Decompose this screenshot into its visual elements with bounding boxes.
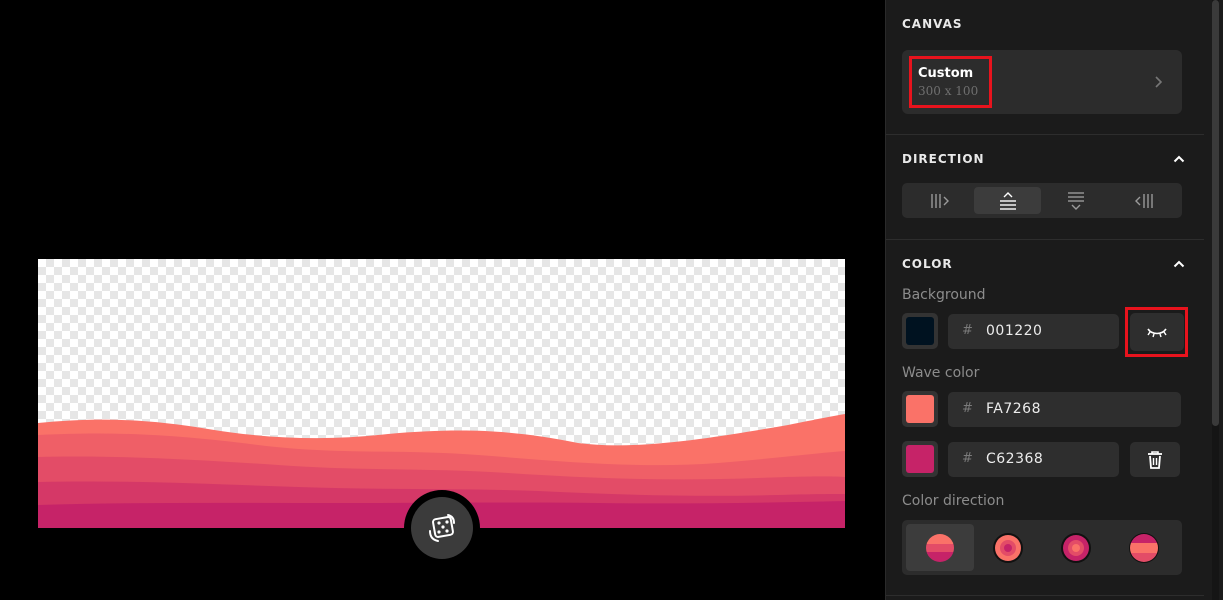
wave-svg: [38, 414, 845, 528]
horizontal-gradient-icon: [926, 533, 954, 562]
color-direction-stripes-button[interactable]: [1110, 524, 1178, 571]
stripes-gradient-icon: [1129, 532, 1159, 563]
trash-icon: [1148, 450, 1162, 469]
settings-panel: CANVAS Custom 300 x 100 DIRECTION COLOR …: [885, 0, 1223, 600]
chevron-up-icon[interactable]: [1172, 152, 1186, 166]
color-direction-radial-center-button[interactable]: [974, 524, 1042, 571]
wave-color-label: Wave color: [902, 365, 980, 381]
direction-right-icon: [930, 193, 949, 208]
direction-left-button[interactable]: [1110, 187, 1177, 214]
background-label: Background: [902, 287, 986, 303]
eye-closed-icon: [1147, 328, 1167, 338]
canvas-size-selector[interactable]: Custom 300 x 100: [902, 50, 1182, 114]
wave-color-2-hex-value: C62368: [986, 451, 1044, 467]
direction-toggle-group: [902, 183, 1182, 218]
hash-symbol: #: [962, 323, 973, 338]
color-direction-horizontal-button[interactable]: [906, 524, 974, 571]
preview-stage: [0, 0, 885, 600]
canvas-preset-dims: 300 x 100: [918, 84, 979, 98]
canvas-section-title: CANVAS: [902, 17, 963, 31]
background-hex-value: 001220: [986, 323, 1043, 339]
background-color-swatch[interactable]: [902, 313, 938, 349]
chevron-up-icon[interactable]: [1172, 257, 1186, 271]
hash-symbol: #: [962, 451, 973, 466]
canvas-section: CANVAS Custom 300 x 100: [886, 0, 1204, 135]
wave-preview-canvas: [38, 259, 845, 528]
direction-section-title: DIRECTION: [902, 152, 985, 166]
direction-up-button[interactable]: [974, 187, 1041, 214]
color-direction-radial-button[interactable]: [1042, 524, 1110, 571]
color-direction-label: Color direction: [902, 493, 1005, 509]
direction-left-icon: [1134, 193, 1153, 208]
hash-symbol: #: [962, 401, 973, 416]
color-direction-toggle-group: [902, 520, 1182, 575]
color-section-title: COLOR: [902, 257, 953, 271]
direction-right-button[interactable]: [906, 187, 973, 214]
dice-icon: [429, 514, 455, 542]
direction-down-icon: [1067, 191, 1084, 210]
background-visibility-toggle[interactable]: [1130, 313, 1184, 351]
background-color-fill: [906, 317, 934, 345]
randomize-button[interactable]: [404, 490, 480, 566]
direction-up-icon: [999, 191, 1016, 210]
chevron-right-icon: [1155, 76, 1163, 88]
wave-color-2-hex-field[interactable]: # C62368: [948, 442, 1119, 477]
wave-color-2-swatch[interactable]: [902, 441, 938, 477]
wave-color-1-hex-value: FA7268: [986, 401, 1041, 417]
wave-color-1-hex-field[interactable]: # FA7268: [948, 392, 1181, 427]
direction-down-button[interactable]: [1042, 187, 1109, 214]
panel-scrollbar-thumb[interactable]: [1212, 0, 1219, 426]
wave-color-1-fill: [906, 395, 934, 423]
randomize-button-face[interactable]: [411, 497, 473, 559]
wave-color-1-swatch[interactable]: [902, 391, 938, 427]
delete-wave-color-button[interactable]: [1130, 442, 1180, 477]
canvas-preset-name: Custom: [918, 66, 974, 81]
radial-gradient-icon: [1061, 532, 1091, 563]
wave-color-2-fill: [906, 445, 934, 473]
background-hex-field[interactable]: # 001220: [948, 314, 1119, 349]
panel-scrollbar[interactable]: [1212, 0, 1219, 600]
radial-center-gradient-icon: [993, 532, 1023, 563]
